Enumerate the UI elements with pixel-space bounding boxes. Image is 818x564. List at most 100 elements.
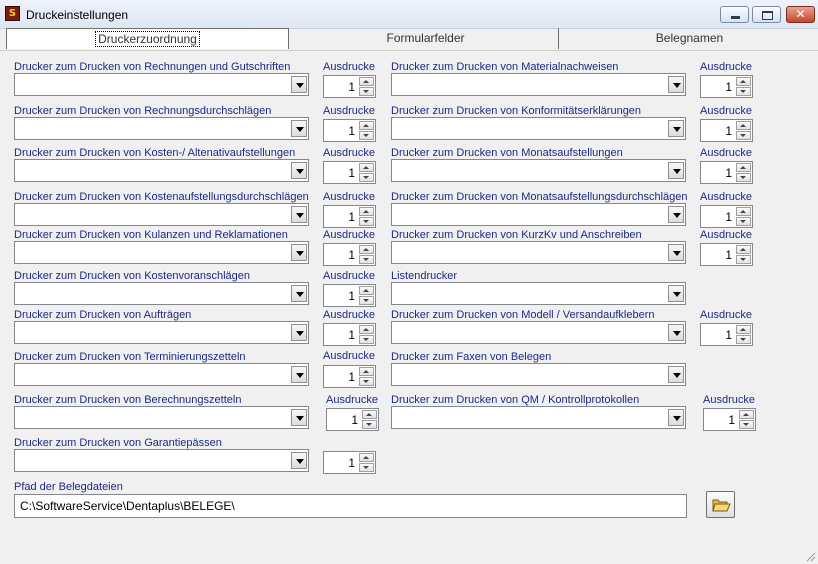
chevron-down-icon[interactable]: [291, 206, 307, 223]
spin-down-icon[interactable]: [359, 463, 374, 472]
printer-select[interactable]: [14, 203, 309, 226]
tab-formularfelder[interactable]: Formularfelder: [293, 28, 559, 49]
spin-down-icon[interactable]: [739, 420, 754, 429]
spin-down-icon[interactable]: [736, 255, 751, 264]
spin-up-icon[interactable]: [359, 77, 374, 86]
printer-select[interactable]: [391, 159, 686, 182]
chevron-down-icon[interactable]: [668, 76, 684, 93]
spin-down-icon[interactable]: [736, 131, 751, 140]
copies-stepper[interactable]: 1: [323, 205, 376, 228]
copies-stepper[interactable]: 1: [700, 323, 753, 346]
chevron-down-icon[interactable]: [291, 162, 307, 179]
minimize-button[interactable]: [720, 6, 749, 23]
printer-select[interactable]: [391, 203, 686, 226]
copies-stepper[interactable]: 1: [323, 284, 376, 307]
copies-stepper[interactable]: 1: [323, 161, 376, 184]
spin-down-icon[interactable]: [736, 335, 751, 344]
spin-down-icon[interactable]: [736, 173, 751, 182]
copies-stepper[interactable]: 1: [323, 119, 376, 142]
chevron-down-icon[interactable]: [668, 366, 684, 383]
spin-down-icon[interactable]: [736, 87, 751, 96]
chevron-down-icon[interactable]: [291, 244, 307, 261]
printer-select[interactable]: [391, 406, 686, 429]
close-button[interactable]: ✕: [786, 6, 815, 23]
spin-up-icon[interactable]: [736, 207, 751, 216]
printer-select[interactable]: [14, 73, 309, 96]
printer-select[interactable]: [14, 449, 309, 472]
spin-down-icon[interactable]: [736, 217, 751, 226]
chevron-down-icon[interactable]: [291, 366, 307, 383]
spin-down-icon[interactable]: [359, 131, 374, 140]
spin-down-icon[interactable]: [359, 217, 374, 226]
copies-stepper[interactable]: 1: [700, 243, 753, 266]
spin-down-icon[interactable]: [359, 87, 374, 96]
chevron-down-icon[interactable]: [291, 120, 307, 137]
copies-stepper[interactable]: 1: [323, 451, 376, 474]
copies-stepper[interactable]: 1: [700, 205, 753, 228]
copies-stepper[interactable]: 1: [323, 243, 376, 266]
printer-select[interactable]: [391, 73, 686, 96]
spin-down-icon[interactable]: [359, 296, 374, 305]
chevron-down-icon[interactable]: [291, 409, 307, 426]
spin-down-icon[interactable]: [362, 420, 377, 429]
copies-stepper[interactable]: 1: [700, 119, 753, 142]
copies-stepper[interactable]: 1: [323, 75, 376, 98]
printer-select[interactable]: [14, 282, 309, 305]
chevron-down-icon[interactable]: [668, 285, 684, 302]
copies-stepper[interactable]: 1: [323, 323, 376, 346]
spin-up-icon[interactable]: [359, 325, 374, 334]
copies-stepper[interactable]: 1: [326, 408, 379, 431]
printer-select[interactable]: [14, 159, 309, 182]
resize-grip-icon[interactable]: [804, 550, 816, 562]
chevron-down-icon[interactable]: [668, 120, 684, 137]
spin-up-icon[interactable]: [736, 121, 751, 130]
spin-up-icon[interactable]: [359, 163, 374, 172]
printer-select[interactable]: [14, 406, 309, 429]
maximize-button[interactable]: [752, 6, 781, 23]
chevron-down-icon[interactable]: [291, 452, 307, 469]
chevron-down-icon[interactable]: [668, 206, 684, 223]
tab-belegnamen[interactable]: Belegnamen: [561, 28, 818, 49]
path-input[interactable]: C:\SoftwareService\Dentaplus\BELEGE\: [14, 494, 687, 518]
spin-up-icon[interactable]: [362, 410, 377, 419]
title-bar: S Druckeinstellungen ✕: [0, 0, 818, 29]
chevron-down-icon[interactable]: [668, 409, 684, 426]
tab-druckerzuordnung[interactable]: Druckerzuordnung: [6, 28, 289, 49]
spin-down-icon[interactable]: [359, 335, 374, 344]
chevron-down-icon[interactable]: [291, 324, 307, 341]
chevron-down-icon[interactable]: [668, 162, 684, 179]
spin-up-icon[interactable]: [359, 453, 374, 462]
copies-stepper[interactable]: 1: [703, 408, 756, 431]
printer-select[interactable]: [14, 363, 309, 386]
chevron-down-icon[interactable]: [668, 244, 684, 261]
printer-select[interactable]: [14, 321, 309, 344]
browse-folder-button[interactable]: [706, 491, 735, 518]
printer-select[interactable]: [391, 117, 686, 140]
printer-select[interactable]: [14, 117, 309, 140]
spin-up-icon[interactable]: [359, 121, 374, 130]
chevron-down-icon[interactable]: [291, 285, 307, 302]
chevron-down-icon[interactable]: [668, 324, 684, 341]
spin-up-icon[interactable]: [359, 286, 374, 295]
spin-up-icon[interactable]: [736, 325, 751, 334]
spin-down-icon[interactable]: [359, 255, 374, 264]
spin-up-icon[interactable]: [359, 367, 374, 376]
printer-select[interactable]: [391, 282, 686, 305]
chevron-down-icon[interactable]: [291, 76, 307, 93]
printer-select[interactable]: [391, 363, 686, 386]
printer-select[interactable]: [14, 241, 309, 264]
printer-select[interactable]: [391, 241, 686, 264]
copies-stepper[interactable]: 1: [323, 365, 376, 388]
printer-select[interactable]: [391, 321, 686, 344]
app-icon[interactable]: S: [5, 6, 20, 21]
spin-up-icon[interactable]: [739, 410, 754, 419]
copies-stepper[interactable]: 1: [700, 161, 753, 184]
spin-down-icon[interactable]: [359, 173, 374, 182]
spin-up-icon[interactable]: [359, 207, 374, 216]
spin-down-icon[interactable]: [359, 377, 374, 386]
spin-up-icon[interactable]: [736, 245, 751, 254]
spin-up-icon[interactable]: [736, 77, 751, 86]
copies-stepper[interactable]: 1: [700, 75, 753, 98]
spin-up-icon[interactable]: [359, 245, 374, 254]
spin-up-icon[interactable]: [736, 163, 751, 172]
